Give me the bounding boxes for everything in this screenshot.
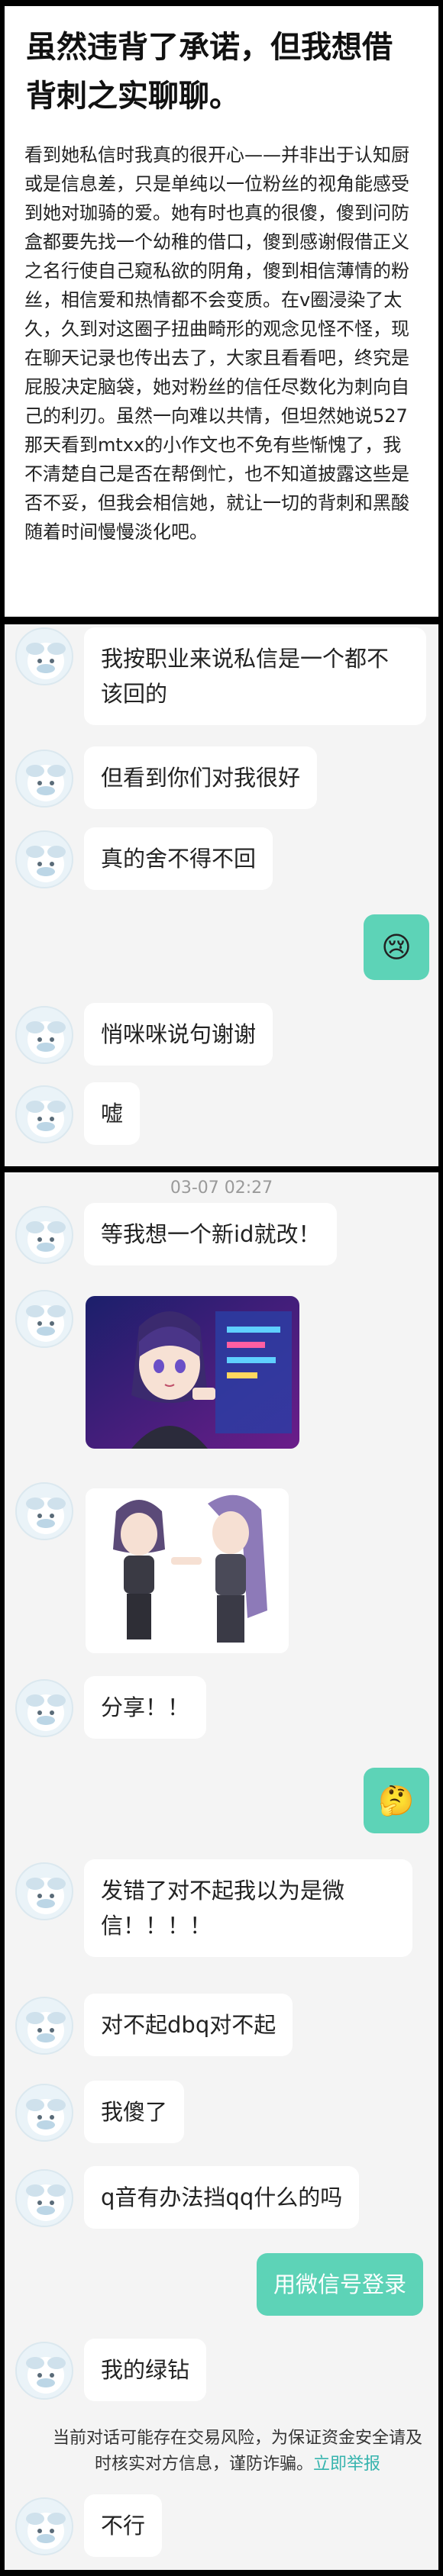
outgoing-emoji-bubble[interactable]: 😢 xyxy=(364,914,429,980)
anime-girl-image xyxy=(86,1296,299,1449)
avatar[interactable] xyxy=(15,2497,73,2555)
chat-panel-2: 03-07 02:27 等我想一个新id就改！ 分享！！ 🤔 发错了对不起我以为… xyxy=(5,1172,438,2570)
message-bubble[interactable]: 发错了对不起我以为是微信！！！！ xyxy=(84,1859,412,1957)
outgoing-emoji-bubble[interactable]: 🤔 xyxy=(364,1768,429,1833)
cat-avatar-icon xyxy=(26,1878,66,1914)
report-link[interactable]: 立即举报 xyxy=(313,2455,380,2474)
post-title: 虽然违背了承诺，但我想借背刺之实聊聊。 xyxy=(26,30,393,114)
chat-panel-1: 我按职业来说私信是一个都不该回的 但看到你们对我很好 真的舍不得不回 😢 悄咪咪… xyxy=(5,624,438,1166)
avatar[interactable] xyxy=(15,1085,73,1143)
message-bubble[interactable]: q音有办法挡qq什么的吗 xyxy=(84,2166,360,2229)
shared-image-anime-girl[interactable] xyxy=(86,1296,299,1449)
message-bubble[interactable]: 嘘 xyxy=(84,1082,141,1145)
avatar[interactable] xyxy=(15,1482,73,1540)
cat-avatar-icon xyxy=(26,1221,66,1258)
message-bubble[interactable]: 我的绿钻 xyxy=(84,2339,207,2401)
message-bubble[interactable]: 等我想一个新id就改！ xyxy=(84,1203,338,1265)
avatar[interactable] xyxy=(15,1290,73,1348)
cat-avatar-icon xyxy=(26,1101,66,1137)
post-panel: 虽然违背了承诺，但我想借背刺之实聊聊。 看到她私信时我真的很开心——并非出于认知… xyxy=(5,6,438,617)
message-bubble[interactable]: 悄咪咪说句谢谢 xyxy=(84,1003,273,1066)
avatar[interactable] xyxy=(15,750,73,808)
message-bubble[interactable]: 我按职业来说私信是一个都不该回的 xyxy=(84,627,426,725)
avatar[interactable] xyxy=(15,1206,73,1264)
cat-avatar-icon xyxy=(26,846,66,882)
cat-avatar-icon xyxy=(26,2357,66,2394)
shared-image-two-girls[interactable] xyxy=(86,1488,289,1653)
cat-avatar-icon xyxy=(26,1498,66,1534)
outgoing-message-bubble[interactable]: 用微信号登录 xyxy=(256,2253,423,2316)
cat-avatar-icon xyxy=(26,2513,66,2549)
avatar[interactable] xyxy=(15,1679,73,1737)
cat-avatar-icon xyxy=(26,765,66,801)
message-bubble[interactable]: 但看到你们对我很好 xyxy=(84,746,318,809)
avatar[interactable] xyxy=(15,1862,73,1920)
message-bubble[interactable]: 不行 xyxy=(84,2494,163,2557)
post-body: 看到她私信时我真的很开心——并非出于认知厨或是信息差，只是单纯以一位粉丝的视角能… xyxy=(24,144,409,543)
risk-notice: 当前对话可能存在交易风险，为保证资金安全请及时核实对方信息，谨防诈骗。立即举报 xyxy=(50,2426,425,2478)
message-bubble[interactable]: 对不起dbq对不起 xyxy=(84,1994,293,2056)
avatar[interactable] xyxy=(15,2342,73,2400)
thinking-face-icon: 🤔 xyxy=(378,1784,415,1817)
cat-avatar-icon xyxy=(26,1021,66,1058)
two-girls-image xyxy=(86,1488,289,1653)
crying-face-icon: 😢 xyxy=(381,930,412,964)
cat-avatar-icon xyxy=(26,1694,66,1731)
cat-avatar-icon xyxy=(26,643,66,679)
message-bubble[interactable]: 我傻了 xyxy=(84,2081,185,2143)
message-bubble[interactable]: 分享！！ xyxy=(84,1676,207,1739)
chat-timestamp: 03-07 02:27 xyxy=(170,1178,273,1198)
avatar[interactable] xyxy=(15,1006,73,1064)
cat-avatar-icon xyxy=(26,2184,66,2221)
message-bubble[interactable]: 真的舍不得不回 xyxy=(84,827,273,890)
cat-avatar-icon xyxy=(26,1305,66,1342)
avatar[interactable] xyxy=(15,2084,73,2142)
cat-avatar-icon xyxy=(26,2012,66,2049)
cat-avatar-icon xyxy=(26,2099,66,2136)
avatar[interactable] xyxy=(15,2169,73,2227)
avatar[interactable] xyxy=(15,1997,73,2055)
avatar[interactable] xyxy=(15,627,73,685)
avatar[interactable] xyxy=(15,830,73,888)
